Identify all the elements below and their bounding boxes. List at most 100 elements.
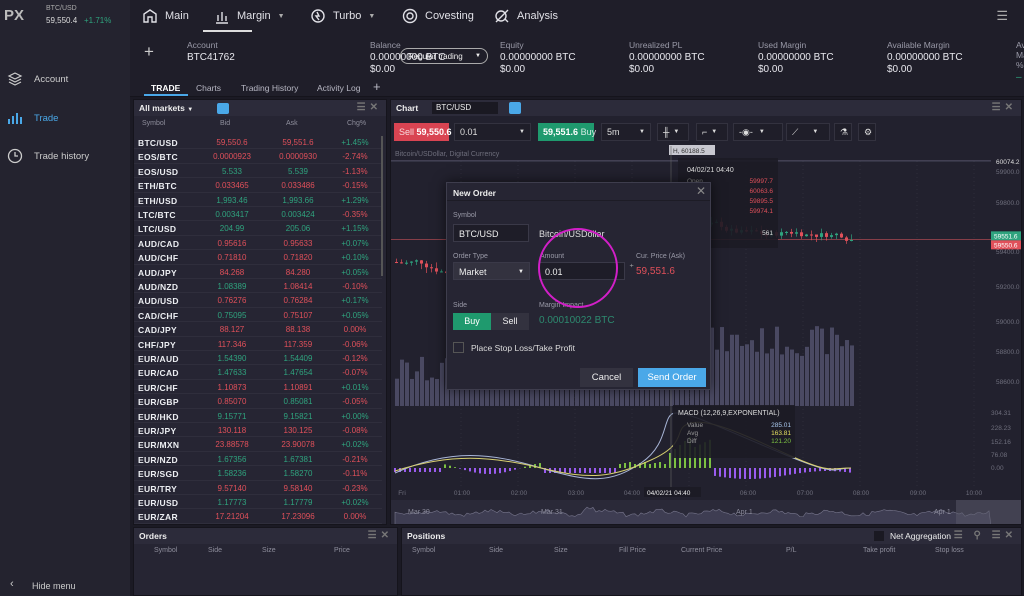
panel-controls[interactable]: ☰✕ [368, 530, 393, 541]
market-row[interactable]: AUD/USD 0.76276 0.76284 +0.17% [134, 293, 382, 308]
send-order-button[interactable]: Send Order [638, 368, 706, 387]
sidebar-item-trade-history[interactable]: Trade history [0, 145, 130, 167]
ask-price: 205.06 [285, 224, 311, 234]
dialog-title: New Order [453, 188, 496, 198]
stepper-icon[interactable]: ⁺ [629, 262, 634, 273]
tab-charts[interactable]: Charts [196, 83, 221, 93]
sltp-checkbox[interactable] [453, 342, 464, 353]
buy-button[interactable]: 59,551.6 Buy [538, 123, 596, 141]
sell-button[interactable]: Sell 59,550.6 [394, 123, 452, 141]
change-pct: -0.21% [342, 454, 368, 464]
market-row[interactable]: EUR/NZD 1.67356 1.67381 -0.21% [134, 452, 382, 467]
net-aggregation-checkbox[interactable] [874, 531, 884, 541]
ask-price: 9.58140 [283, 483, 313, 493]
market-row[interactable]: BTC/USD 59,550.6 59,551.6 +1.45% [134, 135, 382, 150]
volume-bar [835, 334, 839, 406]
chart-type-button[interactable]: ╫ ▼ [657, 123, 689, 141]
tab-trading-history[interactable]: Trading History [241, 83, 298, 93]
nav-turbo[interactable]: Turbo ▼ [310, 0, 375, 32]
panel-controls[interactable]: ☰✕ [992, 102, 1017, 113]
volume-bar [800, 355, 804, 406]
market-row[interactable]: AUD/NZD 1.08389 1.08414 -0.10% [134, 279, 382, 294]
drawing-tools-button[interactable]: ⟋ ▼ [786, 123, 830, 141]
highlight-circle [538, 228, 618, 308]
market-row[interactable]: EUR/SGD 1.58236 1.58270 -0.11% [134, 466, 382, 481]
amount-select[interactable]: 0.01 ▼ [454, 123, 531, 141]
market-row[interactable]: CAD/CHF 0.75095 0.75107 +0.05% [134, 308, 382, 323]
high-label-text: H, 60188.5 [673, 148, 705, 155]
market-row[interactable]: AUD/CHF 0.71810 0.71820 +0.10% [134, 250, 382, 265]
market-row[interactable]: LTC/USD 204.99 205.06 +1.15% [134, 221, 382, 236]
market-row[interactable]: EUR/CAD 1.47633 1.47654 -0.07% [134, 365, 382, 380]
markets-filter-dropdown[interactable]: All markets ▼ [139, 103, 193, 113]
tab-trade[interactable]: TRADE [151, 83, 180, 93]
candle [405, 262, 408, 264]
market-row[interactable]: EUR/AUD 1.54390 1.54409 -0.12% [134, 351, 382, 366]
bid-price: 0.71810 [217, 253, 247, 263]
macd-tick: 76.08 [991, 452, 1008, 459]
tab-activity-log[interactable]: Activity Log [317, 83, 360, 93]
volume-bar [815, 326, 819, 406]
market-row[interactable]: EUR/ZAR 17.21204 17.23096 0.00% [134, 509, 382, 524]
time-tick: 03:00 [568, 490, 585, 497]
ask-price: 9.15821 [283, 411, 313, 421]
side-sell-button[interactable]: Sell [491, 313, 529, 330]
side-buy-button[interactable]: Buy [453, 313, 491, 330]
settings-button[interactable]: ⚙ [858, 123, 876, 141]
market-row[interactable]: LTC/BTC 0.003417 0.003424 -0.35% [134, 207, 382, 222]
symbol-input[interactable]: BTC/USD [453, 224, 529, 242]
change-pct: -0.05% [342, 397, 368, 407]
nav-main[interactable]: Main [142, 0, 189, 32]
market-row[interactable]: AUD/CAD 0.95616 0.95633 +0.07% [134, 236, 382, 251]
interval-select[interactable]: 5m ▼ [601, 123, 651, 141]
market-row[interactable]: CHF/JPY 117.346 117.359 -0.06% [134, 337, 382, 351]
market-row[interactable]: EUR/TRY 9.57140 9.58140 -0.23% [134, 481, 382, 495]
market-row[interactable]: EUR/CHF 1.10873 1.10891 +0.01% [134, 380, 382, 395]
market-row[interactable]: ETH/BTC 0.033465 0.033486 -0.15% [134, 178, 382, 193]
bid-price-tag-label: 59550.6 [994, 242, 1018, 249]
column-header: Side [489, 547, 504, 554]
studies-button[interactable]: ⚗ [834, 123, 852, 141]
panel-controls[interactable]: ☰ ⚲ ☰✕ [954, 530, 1017, 541]
indicators-button[interactable]: ⌐ ▼ [696, 123, 728, 141]
chart-symbol-input[interactable]: BTC/USD [432, 102, 498, 114]
bid-price: 1.17773 [217, 498, 247, 507]
candle [840, 233, 843, 238]
link-icon[interactable] [217, 103, 229, 114]
nav-margin[interactable]: Margin ▼ [214, 0, 285, 32]
market-row[interactable]: EUR/JPY 130.118 130.125 -0.08% [134, 423, 382, 438]
add-tab-button[interactable]: + [373, 79, 381, 94]
market-row[interactable]: EUR/MXN 23.88578 23.90078 +0.02% [134, 437, 382, 452]
market-row[interactable]: EOS/USD 5.533 5.539 -1.13% [134, 164, 382, 179]
bid-price: 0.85070 [217, 397, 247, 407]
candle [795, 232, 798, 234]
navigator-selection[interactable] [956, 500, 1022, 525]
market-row[interactable]: ETH/USD 1,993.46 1,993.66 +1.29% [134, 193, 382, 207]
hide-menu-button[interactable]: ‹ Hide menu [0, 578, 130, 594]
margin-impact: 0.00010022 BTC [539, 315, 615, 326]
scrollbar[interactable] [381, 136, 383, 276]
market-row[interactable]: CAD/JPY 88.127 88.138 0.00% [134, 322, 382, 337]
markets-panel: All markets ▼ ☰✕ Symbol Bid Ask Chg% BTC… [133, 99, 387, 525]
flask-icon: ⚗ [840, 126, 849, 137]
market-row[interactable]: EOS/BTC 0.0000923 0.0000930 -2.74% [134, 149, 382, 164]
market-row[interactable]: EUR/USD 1.17773 1.17779 +0.02% [134, 495, 382, 510]
volume-bar [395, 378, 399, 406]
hamburger-menu-icon[interactable]: ☰ [996, 8, 1008, 24]
metric-4: Available Margin 0.00000000 BTC $0.00 [887, 40, 963, 75]
link-icon[interactable] [509, 102, 521, 114]
crosshair-button[interactable]: -◉- ▼ [733, 123, 783, 141]
add-account-button[interactable]: + [144, 42, 154, 62]
sidebar-item-trade[interactable]: Trade [0, 107, 130, 129]
market-row[interactable]: AUD/JPY 84.268 84.280 +0.05% [134, 265, 382, 279]
market-row[interactable]: EUR/HKD 9.15771 9.15821 +0.00% [134, 409, 382, 423]
volume-bar [405, 362, 409, 406]
cancel-button[interactable]: Cancel [580, 368, 633, 387]
sidebar-item-account[interactable]: Account [0, 68, 130, 90]
market-row[interactable]: EUR/GBP 0.85070 0.85081 -0.05% [134, 394, 382, 409]
panel-controls[interactable]: ☰✕ [357, 102, 382, 113]
nav-analysis[interactable]: Analysis [494, 0, 558, 32]
nav-covesting[interactable]: Covesting [402, 0, 474, 32]
order-type-select[interactable]: Market ▼ [453, 262, 530, 280]
close-icon[interactable]: ✕ [696, 184, 706, 198]
